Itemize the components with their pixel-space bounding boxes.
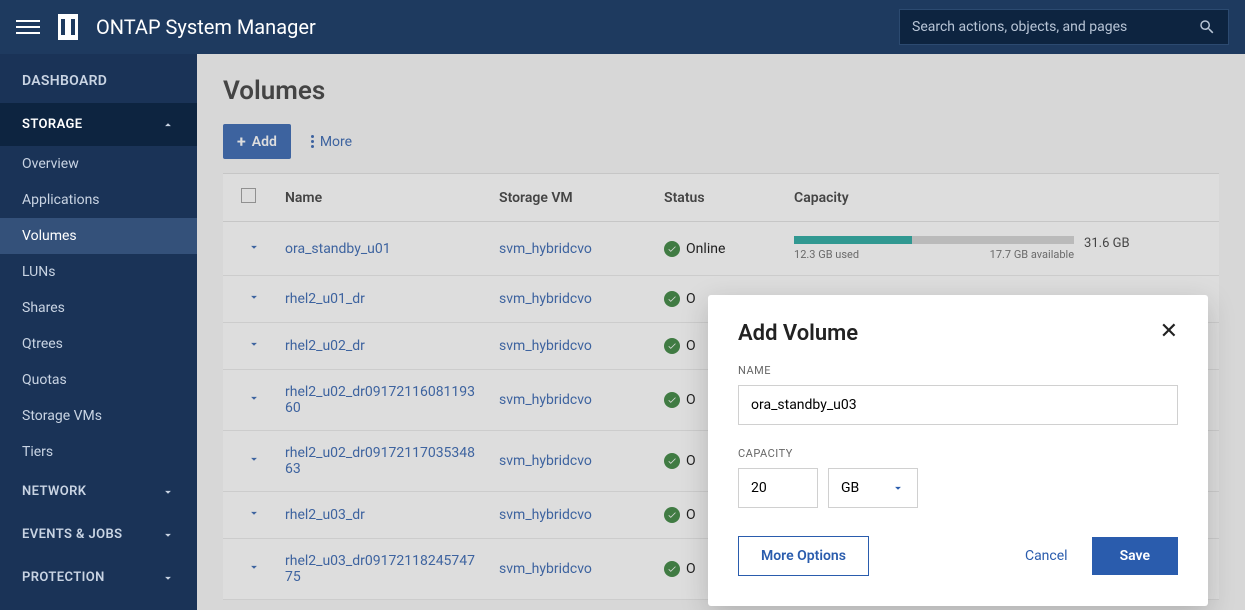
status-text: O (686, 453, 696, 469)
sidebar-item-applications[interactable]: Applications (0, 182, 197, 218)
volume-name-link[interactable]: rhel2_u03_dr (285, 507, 365, 523)
toolbar: + Add More (223, 124, 1219, 159)
sidebar-section-events[interactable]: EVENTS & JOBS (0, 513, 197, 556)
capacity-unit-select[interactable]: GB (828, 468, 918, 508)
sidebar: DASHBOARD STORAGE Overview Applications … (0, 54, 197, 610)
more-icon (311, 135, 314, 148)
capacity-available: 17.7 GB available (990, 248, 1074, 261)
status-ok-icon (664, 392, 680, 408)
status-text: O (686, 338, 696, 354)
volume-name-link[interactable]: ora_standby_u01 (285, 241, 391, 257)
search-box[interactable] (899, 9, 1229, 45)
add-volume-modal: Add Volume ✕ NAME CAPACITY GB More Optio… (708, 295, 1208, 606)
status-text: O (686, 392, 696, 408)
modal-title: Add Volume (738, 321, 858, 346)
volume-name-link[interactable]: rhel2_u02_dr09172116081193 60 (285, 384, 475, 416)
capacity-bar (794, 236, 1074, 244)
status-text: Online (686, 241, 725, 257)
expand-row-icon[interactable] (247, 242, 261, 258)
status-ok-icon (664, 507, 680, 523)
expand-row-icon[interactable] (247, 454, 261, 470)
expand-row-icon[interactable] (247, 339, 261, 355)
storage-vm-link[interactable]: svm_hybridcvo (499, 507, 592, 523)
column-header-svm[interactable]: Storage VM (487, 174, 652, 222)
sidebar-item-label: PROTECTION (22, 570, 105, 585)
status-text: O (686, 291, 696, 307)
expand-row-icon[interactable] (247, 562, 261, 578)
volume-name-link[interactable]: rhel2_u02_dr (285, 338, 365, 354)
save-button[interactable]: Save (1092, 537, 1178, 575)
status-ok-icon (664, 561, 680, 577)
top-bar: ONTAP System Manager (0, 0, 1245, 54)
expand-row-icon[interactable] (247, 393, 261, 409)
sidebar-item-label: NETWORK (22, 484, 86, 499)
storage-vm-link[interactable]: svm_hybridcvo (499, 392, 592, 408)
column-header-name[interactable]: Name (273, 174, 487, 222)
chevron-up-icon (161, 118, 175, 132)
volume-name-input[interactable] (738, 385, 1178, 425)
chevron-down-icon (161, 571, 175, 585)
storage-vm-link[interactable]: svm_hybridcvo (499, 453, 592, 469)
add-button[interactable]: + Add (223, 124, 291, 159)
sidebar-item-qtrees[interactable]: Qtrees (0, 326, 197, 362)
table-row: ora_standby_u01 svm_hybridcvo Online 12.3 G… (223, 222, 1219, 276)
storage-vm-link[interactable]: svm_hybridcvo (499, 291, 592, 307)
select-all-checkbox[interactable] (241, 188, 256, 203)
hamburger-icon[interactable] (16, 15, 40, 39)
sidebar-item-tiers[interactable]: Tiers (0, 434, 197, 470)
chevron-down-icon (891, 481, 905, 495)
cancel-button[interactable]: Cancel (1025, 548, 1068, 564)
status-ok-icon (664, 241, 680, 257)
sidebar-item-label: STORAGE (22, 117, 83, 132)
column-header-capacity[interactable]: Capacity (782, 174, 1219, 222)
capacity-unit-value: GB (841, 480, 859, 496)
add-button-label: Add (252, 134, 277, 150)
more-button[interactable]: More (299, 126, 364, 158)
status-text: O (686, 561, 696, 577)
sidebar-section-storage[interactable]: STORAGE (0, 103, 197, 146)
status-ok-icon (664, 291, 680, 307)
capacity-input[interactable] (738, 468, 818, 508)
content-area: Volumes + Add More Name Storage VM (197, 54, 1245, 610)
close-icon[interactable]: ✕ (1160, 321, 1178, 343)
status-ok-icon (664, 453, 680, 469)
storage-vm-link[interactable]: svm_hybridcvo (499, 241, 592, 257)
sidebar-item-label: EVENTS & JOBS (22, 527, 122, 542)
app-title: ONTAP System Manager (96, 15, 316, 39)
sidebar-section-hosts[interactable]: HOSTS (0, 599, 197, 610)
sidebar-section-network[interactable]: NETWORK (0, 470, 197, 513)
search-icon (1198, 18, 1216, 36)
volume-name-link[interactable]: rhel2_u03_dr09172118245747 75 (285, 553, 475, 585)
expand-row-icon[interactable] (247, 292, 261, 308)
capacity-used: 12.3 GB used (794, 248, 859, 261)
sidebar-item-storage-vms[interactable]: Storage VMs (0, 398, 197, 434)
sidebar-item-overview[interactable]: Overview (0, 146, 197, 182)
name-field-label: NAME (738, 364, 1178, 377)
capacity-total: 31.6 GB (1084, 236, 1130, 251)
status-text: O (686, 507, 696, 523)
chevron-down-icon (161, 485, 175, 499)
more-options-button[interactable]: More Options (738, 536, 869, 576)
capacity-field-label: CAPACITY (738, 447, 1178, 460)
sidebar-item-quotas[interactable]: Quotas (0, 362, 197, 398)
expand-row-icon[interactable] (247, 508, 261, 524)
search-input[interactable] (912, 19, 1198, 35)
sidebar-section-protection[interactable]: PROTECTION (0, 556, 197, 599)
storage-vm-link[interactable]: svm_hybridcvo (499, 338, 592, 354)
sidebar-item-dashboard[interactable]: DASHBOARD (0, 54, 197, 103)
sidebar-item-volumes[interactable]: Volumes (0, 218, 197, 254)
page-title: Volumes (223, 76, 1219, 106)
volume-name-link[interactable]: rhel2_u02_dr09172117035348 63 (285, 445, 475, 477)
logo (58, 14, 78, 40)
status-ok-icon (664, 338, 680, 354)
volume-name-link[interactable]: rhel2_u01_dr (285, 291, 365, 307)
chevron-down-icon (161, 528, 175, 542)
sidebar-item-luns[interactable]: LUNs (0, 254, 197, 290)
sidebar-item-shares[interactable]: Shares (0, 290, 197, 326)
storage-vm-link[interactable]: svm_hybridcvo (499, 561, 592, 577)
column-header-status[interactable]: Status (652, 174, 782, 222)
plus-icon: + (237, 132, 246, 151)
more-button-label: More (320, 134, 352, 150)
